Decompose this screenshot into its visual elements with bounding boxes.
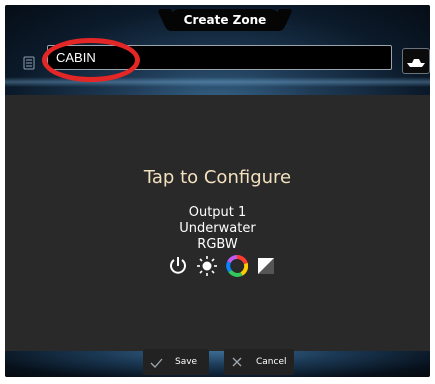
cancel-button[interactable]: Cancel <box>224 349 294 375</box>
footer-bar <box>5 351 430 377</box>
header-bar: Create Zone <box>5 5 430 95</box>
output-type: RGBW <box>197 237 238 252</box>
color-wheel-icon[interactable] <box>225 255 248 277</box>
tap-to-configure-label: Tap to Configure <box>143 167 292 188</box>
zone-name-input[interactable] <box>47 45 392 70</box>
save-label: Save <box>175 357 198 367</box>
window-title: Create Zone <box>170 9 280 31</box>
white-balance-icon[interactable] <box>255 255 277 277</box>
configure-area[interactable]: Tap to Configure Output 1 Underwater RGB… <box>5 95 430 355</box>
boat-icon[interactable] <box>402 48 430 74</box>
cancel-label: Cancel <box>256 357 287 367</box>
mode-icons <box>167 255 277 277</box>
output-location: Underwater <box>179 221 256 236</box>
output-name: Output 1 <box>188 205 247 220</box>
app-window: Create Zone Tap to Configure Output 1 Un… <box>5 5 430 377</box>
brightness-icon[interactable] <box>196 255 218 277</box>
menu-icon[interactable] <box>17 54 41 78</box>
power-icon[interactable] <box>167 255 189 277</box>
save-button[interactable]: Save <box>143 349 209 375</box>
